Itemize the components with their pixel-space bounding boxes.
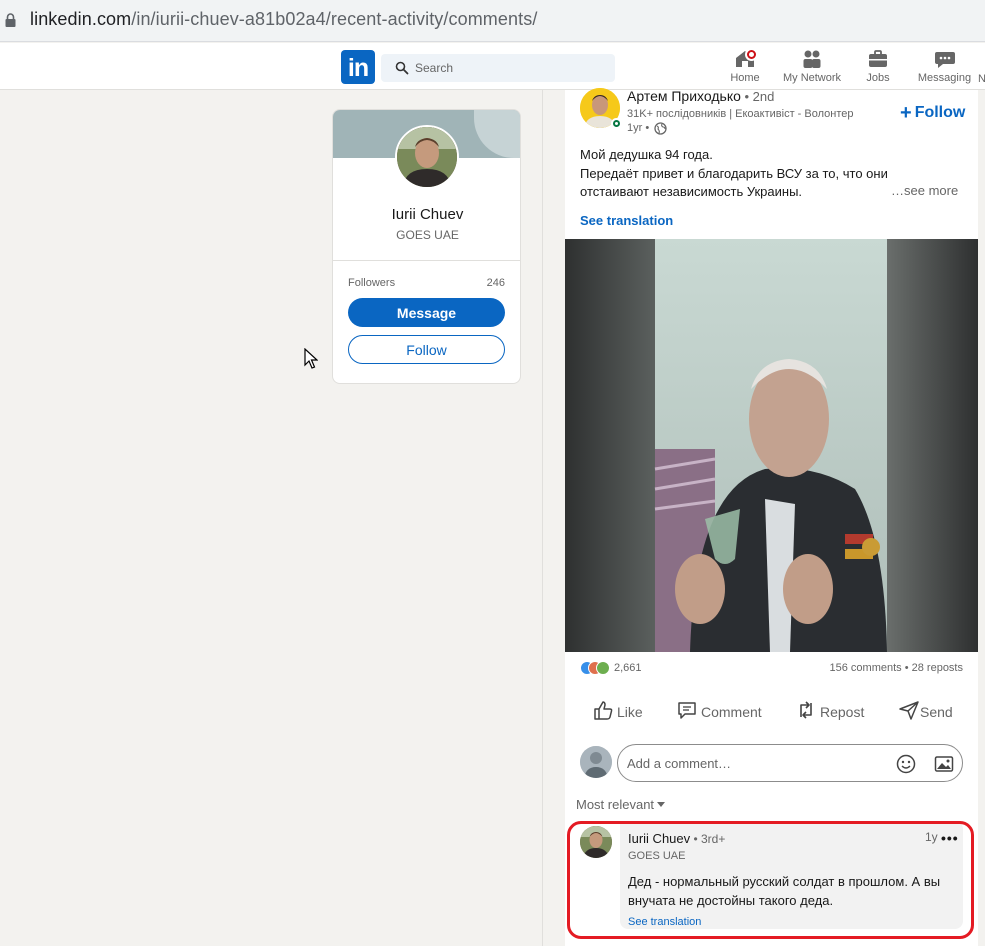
send-button[interactable]: Send [898, 694, 953, 730]
see-more-link[interactable]: …see more [891, 183, 958, 198]
like-button[interactable]: Like [592, 694, 643, 730]
sort-dropdown[interactable]: Most relevant [576, 797, 666, 812]
nav-messaging[interactable]: Messaging [917, 43, 972, 90]
image-icon[interactable] [934, 754, 954, 774]
post-text-line: Передаёт привет и благодарить ВСУ за то,… [580, 165, 888, 181]
plus-icon: + [900, 102, 912, 124]
search-input[interactable] [415, 58, 605, 78]
messaging-icon [934, 52, 955, 68]
nav-my-network[interactable]: My Network [781, 43, 843, 90]
notification-badge [745, 48, 758, 61]
video-frame-icon [565, 239, 978, 652]
comments-reposts-count[interactable]: 156 comments • 28 reposts [830, 662, 963, 674]
nav-notifications-label: N [978, 73, 985, 85]
nav-jobs-label: Jobs [866, 72, 890, 84]
see-translation-link[interactable]: See translation [580, 213, 673, 228]
linkedin-logo-icon[interactable]: in [341, 50, 375, 84]
profile-avatar[interactable] [395, 125, 459, 189]
globe-icon [654, 122, 667, 135]
highlight-annotation [567, 821, 974, 939]
comment-box[interactable] [617, 744, 963, 782]
repost-label: Repost [820, 704, 865, 720]
message-button[interactable]: Message [348, 298, 505, 327]
support-reaction-icon [596, 661, 610, 675]
divider [333, 260, 520, 261]
emoji-icon[interactable] [896, 754, 916, 774]
sort-label: Most relevant [576, 797, 655, 812]
post-video[interactable] [565, 239, 978, 652]
post-time: 1yr • [627, 122, 650, 134]
people-icon [803, 50, 821, 68]
repost-icon [800, 701, 812, 719]
caret-down-icon [657, 802, 666, 807]
like-icon [594, 701, 613, 720]
comment-icon [678, 702, 696, 719]
search-bar[interactable] [381, 54, 615, 82]
profile-headline: GOES UAE [396, 228, 459, 242]
avatar-photo-icon [397, 127, 457, 187]
nav-notifications[interactable]: N [978, 43, 985, 90]
followers-count: 246 [486, 277, 505, 289]
nav-jobs[interactable]: Jobs [864, 43, 892, 90]
followers-label: Followers [348, 277, 396, 289]
nav-home-label: Home [730, 72, 760, 84]
like-label: Like [617, 704, 643, 720]
current-user-avatar[interactable] [580, 746, 612, 778]
user-photo-icon [580, 746, 612, 778]
feed-post: Артем Приходько • 2nd 31K+ послідовників… [565, 88, 978, 946]
social-counts: 2,661 156 comments • 28 reposts [580, 661, 963, 677]
online-status-icon [611, 118, 622, 129]
follow-author-button[interactable]: + Follow [900, 102, 965, 125]
connection-degree: • 2nd [740, 89, 775, 104]
comment-label: Comment [701, 704, 762, 720]
linkedin-header: in Home My Network Jobs Me [0, 43, 985, 90]
comment-button[interactable]: Comment [676, 694, 762, 730]
url-host: linkedin.com [30, 9, 132, 29]
follow-author-label: Follow [914, 104, 966, 121]
profile-name[interactable]: Iurii Chuev [333, 206, 520, 223]
nav-home[interactable]: Home [729, 43, 761, 90]
nav-messaging-label: Messaging [917, 72, 972, 84]
post-author-subtitle: 31K+ послідовників | Екоактивіст - Волон… [627, 108, 854, 120]
post-author[interactable]: Артем Приходько • 2nd [627, 88, 774, 104]
column-divider [542, 90, 543, 946]
repost-button[interactable]: Repost [795, 694, 865, 730]
follow-profile-button[interactable]: Follow [348, 335, 505, 364]
profile-card: Iurii Chuev GOES UAE Followers 246 Messa… [332, 109, 521, 384]
send-icon [899, 701, 919, 720]
url-path: /in/iurii-chuev-a81b02a4/recent-activity… [131, 9, 538, 29]
browser-address-bar[interactable]: linkedin.com/in/iurii-chuev-a81b02a4/rec… [0, 0, 985, 42]
send-label: Send [920, 704, 953, 720]
search-icon [395, 61, 409, 75]
post-author-name[interactable]: Артем Приходько [627, 88, 741, 104]
post-text-line: Мой дедушка 94 года. [580, 147, 713, 162]
nav-my-network-label: My Network [782, 72, 842, 84]
comment-input[interactable] [627, 754, 877, 772]
url-text[interactable]: linkedin.com/in/iurii-chuev-a81b02a4/rec… [30, 9, 537, 30]
briefcase-icon [869, 50, 887, 67]
post-actions: Like Comment Repost Send [565, 694, 978, 730]
mouse-cursor-icon [304, 348, 318, 369]
reactions-count[interactable]: 2,661 [614, 662, 642, 674]
lock-icon [5, 13, 16, 27]
